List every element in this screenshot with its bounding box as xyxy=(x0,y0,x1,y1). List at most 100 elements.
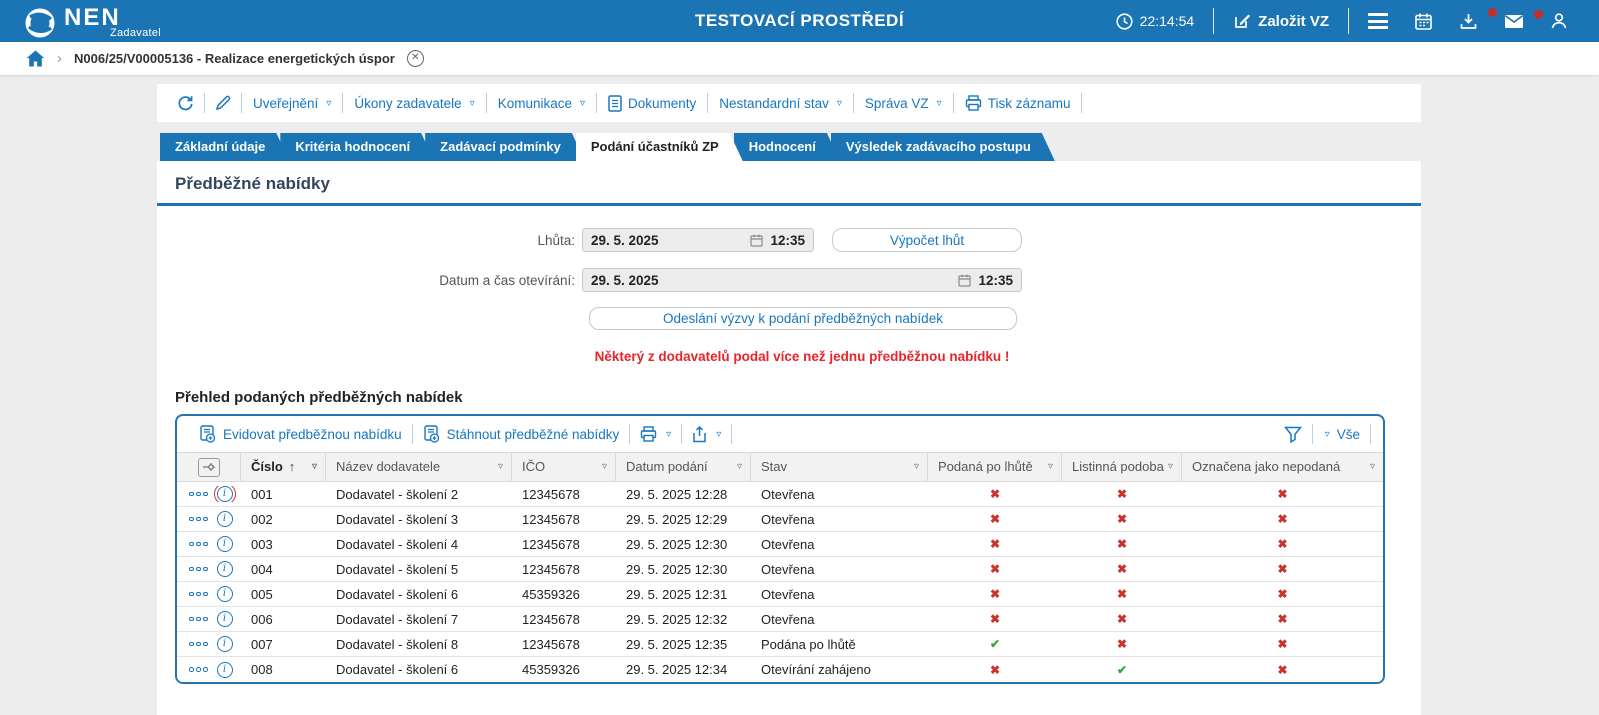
lhuta-time-value[interactable]: 12:35 xyxy=(770,233,805,248)
column-header-ico[interactable]: IČO▿ xyxy=(512,453,616,481)
breadcrumb-item[interactable]: N006/25/V00005136 - Realizace energetick… xyxy=(74,51,395,66)
otevirani-datetime-field[interactable]: 29. 5. 2025 12:35 xyxy=(582,268,1022,292)
row-actions-icon[interactable] xyxy=(189,617,208,622)
tab-vysledek-zadavaciho-postupu[interactable]: Výsledek zadávacího postupu xyxy=(831,133,1055,161)
cell-podana-po-lhute: ✖ xyxy=(928,612,1062,626)
column-header-stav[interactable]: Stav▿ xyxy=(751,453,928,481)
send-invitation-button[interactable]: Odeslání výzvy k podání předběžných nabí… xyxy=(589,307,1017,330)
row-actions-icon[interactable] xyxy=(189,542,208,547)
stahnout-nabidky-button[interactable]: Stáhnout předběžné nabídky xyxy=(413,425,630,443)
refresh-button[interactable] xyxy=(167,95,204,112)
menu-ukony-zadavatele[interactable]: Úkony zadavatele▿ xyxy=(343,96,485,111)
row-actions-icon[interactable] xyxy=(189,592,208,597)
cell-datum-podani: 29. 5. 2025 12:35 xyxy=(616,637,751,652)
column-header-listinna[interactable]: Listinná podoba▿ xyxy=(1062,453,1182,481)
info-icon[interactable]: i xyxy=(217,586,233,602)
menu-sprava-vz[interactable]: Správa VZ▿ xyxy=(854,96,953,111)
row-actions-icon[interactable] xyxy=(189,492,208,497)
tab-podani-ucastniku-zp[interactable]: Podání účastníků ZP xyxy=(576,133,743,161)
breadcrumb-separator: › xyxy=(57,50,62,67)
menu-dokumenty[interactable]: Dokumenty xyxy=(597,95,707,112)
otevirani-date-value[interactable]: 29. 5. 2025 xyxy=(591,273,659,288)
page-title: Předběžné nabídky xyxy=(157,161,1421,206)
edit-icon xyxy=(1233,12,1251,30)
menu-nestandardni-stav[interactable]: Nestandardní stav▿ xyxy=(708,96,853,111)
lhuta-date-value[interactable]: 29. 5. 2025 xyxy=(591,233,659,248)
downloads-button[interactable] xyxy=(1446,12,1491,31)
filter-scope-dropdown[interactable]: ▿ Vše xyxy=(1313,427,1370,442)
table-row[interactable]: i 002 Dodavatel - školení 3 12345678 29.… xyxy=(177,507,1383,532)
print-table-button[interactable]: ▿ xyxy=(630,426,681,442)
action-bar-divider xyxy=(1081,93,1082,113)
record-action-bar: Uveřejnění▿ Úkony zadavatele▿ Komunikace… xyxy=(157,84,1421,122)
table-row[interactable]: i 004 Dodavatel - školení 5 12345678 29.… xyxy=(177,557,1383,582)
info-icon[interactable]: i xyxy=(217,561,233,577)
messages-button[interactable] xyxy=(1491,14,1537,29)
column-label: Stav xyxy=(761,453,787,481)
row-actions-icon[interactable] xyxy=(189,642,208,647)
create-vz-button[interactable]: Založit VZ xyxy=(1220,12,1342,30)
cell-listinna-podoba: ✖ xyxy=(1062,637,1182,651)
cell-ico: 12345678 xyxy=(512,562,616,577)
cell-stav: Otevřena xyxy=(751,487,928,502)
row-actions-icon[interactable] xyxy=(189,667,208,672)
filter-button[interactable] xyxy=(1274,426,1312,443)
column-header-nazev[interactable]: Název dodavatele▿ xyxy=(326,453,512,481)
menu-komunikace[interactable]: Komunikace▿ xyxy=(487,96,596,111)
menu-uverejneni[interactable]: Uveřejnění▿ xyxy=(242,96,342,111)
column-header-datum[interactable]: Datum podání▿ xyxy=(616,453,751,481)
otevirani-time-value[interactable]: 12:35 xyxy=(978,273,1013,288)
row-actions-icon[interactable] xyxy=(189,567,208,572)
hamburger-icon xyxy=(1368,13,1388,29)
table-row[interactable]: i 003 Dodavatel - školení 4 12345678 29.… xyxy=(177,532,1383,557)
filter-funnel-icon xyxy=(1284,426,1302,443)
evidovat-nabidku-button[interactable]: Evidovat předběžnou nabídku xyxy=(189,425,412,443)
menu-label: Dokumenty xyxy=(628,96,696,111)
cell-oznacena-nepodana: ✖ xyxy=(1182,562,1383,576)
lhuta-label: Lhůta: xyxy=(157,233,582,248)
profile-button[interactable] xyxy=(1537,12,1581,30)
table-row[interactable]: i 005 Dodavatel - školení 6 45359326 29.… xyxy=(177,582,1383,607)
column-header-po-lhute[interactable]: Podaná po lhůtě▿ xyxy=(928,453,1062,481)
cell-nazev-dodavatele: Dodavatel - školení 6 xyxy=(326,587,512,602)
table-row[interactable]: i 006 Dodavatel - školení 7 12345678 29.… xyxy=(177,607,1383,632)
info-icon[interactable]: i xyxy=(217,611,233,627)
table-header-row: Číslo↑▿ Název dodavatele▿ IČO▿ Datum pod… xyxy=(177,452,1383,482)
chevron-down-icon: ▿ xyxy=(312,453,317,481)
table-row[interactable]: i 007 Dodavatel - školení 8 12345678 29.… xyxy=(177,632,1383,657)
app-logo[interactable]: NEN Zadavatel xyxy=(0,3,121,39)
chevron-down-icon: ▿ xyxy=(602,453,607,481)
cell-nazev-dodavatele: Dodavatel - školení 6 xyxy=(326,662,512,677)
lhuta-datetime-field[interactable]: 29. 5. 2025 12:35 xyxy=(582,228,814,252)
cell-podana-po-lhute: ✖ xyxy=(928,537,1062,551)
table-row[interactable]: i 001 Dodavatel - školení 2 12345678 29.… xyxy=(177,482,1383,507)
info-icon[interactable]: i xyxy=(217,536,233,552)
calendar-button[interactable] xyxy=(1401,12,1446,31)
cell-oznacena-nepodana: ✖ xyxy=(1182,512,1383,526)
column-header-nepodana[interactable]: Označena jako nepodaná▿ xyxy=(1182,453,1383,481)
row-actions-icon[interactable] xyxy=(189,517,208,522)
tab-zakladni-udaje[interactable]: Základní údaje xyxy=(160,133,289,161)
menu-tisk-zaznamu[interactable]: Tisk záznamu xyxy=(954,95,1082,111)
info-icon[interactable]: i xyxy=(217,636,233,652)
info-icon[interactable]: i xyxy=(217,511,233,527)
column-header-cislo[interactable]: Číslo↑▿ xyxy=(241,453,326,481)
vypocet-lhut-button[interactable]: Výpočet lhůt xyxy=(832,228,1022,252)
calendar-picker-icon[interactable] xyxy=(958,274,971,287)
menu-label: Uveřejnění xyxy=(253,96,318,111)
close-icon[interactable]: ✕ xyxy=(407,50,424,67)
info-icon[interactable]: i xyxy=(217,662,233,678)
home-icon[interactable] xyxy=(26,50,45,67)
tab-hodnoceni[interactable]: Hodnocení xyxy=(734,133,840,161)
menu-button[interactable] xyxy=(1355,13,1401,29)
edit-record-button[interactable] xyxy=(205,95,241,111)
column-chooser[interactable] xyxy=(177,453,241,481)
export-table-button[interactable]: ▿ xyxy=(682,426,731,443)
tab-zadavaci-podminky[interactable]: Zadávací podmínky xyxy=(425,133,585,161)
toolbar-divider xyxy=(731,424,732,444)
calendar-picker-icon[interactable] xyxy=(750,234,763,247)
tab-kriteria-hodnoceni[interactable]: Kritéria hodnocení xyxy=(280,133,434,161)
menu-label: Tisk záznamu xyxy=(988,96,1071,111)
info-icon[interactable]: i xyxy=(217,486,233,502)
table-row[interactable]: i 008 Dodavatel - školení 6 45359326 29.… xyxy=(177,657,1383,682)
